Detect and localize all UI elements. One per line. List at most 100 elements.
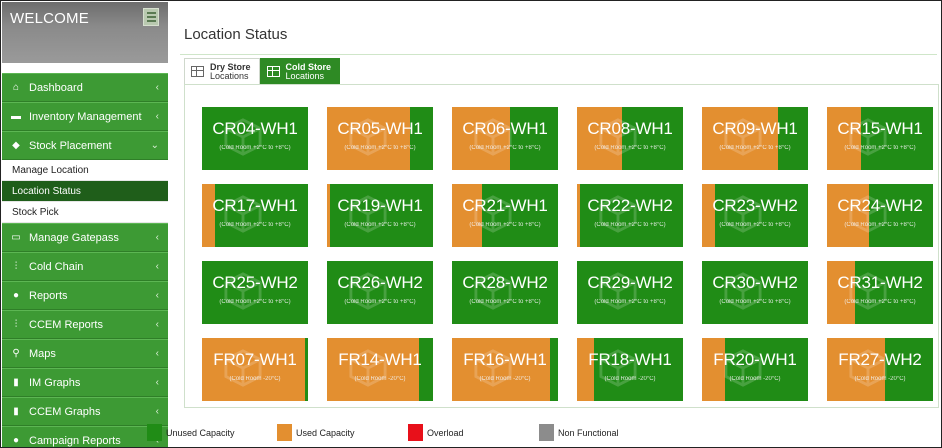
sidebar: WELCOME ⌂ Dashboard ‹ ▬ Inventory Manage… [2,2,168,447]
location-name: CR17-WH1 [212,196,298,215]
sidebar-item-campaign-reports[interactable]: ● Campaign Reports ‹ [2,426,168,447]
location-tile[interactable]: CR29-WH2 (Cold Room +2°C to +8°C) [577,261,683,324]
location-tile[interactable]: FR20-WH1 (Cold Room -20°C) [702,338,808,401]
location-name: CR05-WH1 [337,119,423,138]
location-name: CR06-WH1 [462,119,548,138]
location-name: CR24-WH2 [837,196,923,215]
sidebar-item-label: IM Graphs [29,376,81,389]
sidebar-item-maps[interactable]: ⚲ Maps ‹ [2,339,168,368]
capacity-legend: Unused Capacity Used Capacity Overload Non … [147,424,619,441]
location-temperature: (Cold Room +2°C to +8°C) [719,299,791,305]
table-icon [191,66,204,77]
app-window: WELCOME ⌂ Dashboard ‹ ▬ Inventory Manage… [0,0,942,448]
location-tile[interactable]: CR26-WH2 (Cold Room +2°C to +8°C) [327,261,433,324]
placement-icon: ◆ [12,140,20,151]
sidebar-item-cold-chain[interactable]: ⫶ Cold Chain ‹ [2,252,168,281]
sidebar-subitem-location-status[interactable]: Location Status [2,181,168,202]
location-name: CR09-WH1 [712,119,798,138]
location-temperature: (Cold Room +2°C to +8°C) [469,299,541,305]
menu-toggle-icon[interactable] [143,8,159,26]
location-tile[interactable]: CR23-WH2 (Cold Room +2°C to +8°C) [702,184,808,247]
location-tile[interactable]: CR22-WH2 (Cold Room +2°C to +8°C) [577,184,683,247]
sidebar-item-dashboard[interactable]: ⌂ Dashboard ‹ [2,73,168,102]
location-tile[interactable]: FR18-WH1 (Cold Room -20°C) [577,338,683,401]
main-content: Location Status Dry Store Locations Cold… [168,2,941,447]
tab-dry-store[interactable]: Dry Store Locations [184,58,260,84]
location-tile[interactable]: CR28-WH2 (Cold Room +2°C to +8°C) [452,261,558,324]
location-tile[interactable]: CR21-WH1 (Cold Room +2°C to +8°C) [452,184,558,247]
sidebar-item-label: Stock Placement [29,139,112,152]
location-tile[interactable]: CR31-WH2 (Cold Room +2°C to +8°C) [827,261,933,324]
welcome-title: WELCOME [10,10,89,27]
location-name: CR23-WH2 [712,196,798,215]
location-name: CR30-WH2 [712,273,798,292]
location-tile[interactable]: FR16-WH1 (Cold Room -20°C) [452,338,558,401]
legend-item: Unused Capacity [147,424,277,441]
sidebar-item-manage-gatepass[interactable]: ▭ Manage Gatepass ‹ [2,223,168,252]
legend-swatch [408,424,423,441]
location-name: FR14-WH1 [338,350,422,369]
sidebar-subitem-manage-location[interactable]: Manage Location [2,160,168,181]
location-temperature: (Cold Room -20°C) [604,376,656,382]
location-tile[interactable]: CR15-WH1 (Cold Room +2°C to +8°C) [827,107,933,170]
legend-label: Used Capacity [296,427,355,438]
location-name: CR22-WH2 [587,196,673,215]
location-name: CR19-WH1 [337,196,423,215]
location-tile[interactable]: FR07-WH1 (Cold Room -20°C) [202,338,308,401]
location-name: FR16-WH1 [463,350,547,369]
legend-label: Overload [427,427,464,438]
location-tile[interactable]: CR08-WH1 (Cold Room +2°C to +8°C) [577,107,683,170]
chevron-down-icon: ⌄ [150,140,159,151]
location-temperature: (Cold Room -20°C) [229,376,281,382]
sidebar-item-im-graphs[interactable]: ▮ IM Graphs ‹ [2,368,168,397]
legend-item: Used Capacity [277,424,408,441]
legend-label: Unused Capacity [166,427,235,438]
legend-label: Non Functional [558,427,619,438]
legend-swatch [277,424,292,441]
sidebar-item-inventory-management[interactable]: ▬ Inventory Management ‹ [2,102,168,131]
location-tile[interactable]: FR27-WH2 (Cold Room -20°C) [827,338,933,401]
sidebar-item-ccem-reports[interactable]: ⫶ CCEM Reports ‹ [2,310,168,339]
location-tile[interactable]: CR17-WH1 (Cold Room +2°C to +8°C) [202,184,308,247]
location-tile[interactable]: CR24-WH2 (Cold Room +2°C to +8°C) [827,184,933,247]
location-tile[interactable]: CR05-WH1 (Cold Room +2°C to +8°C) [327,107,433,170]
chevron-left-icon: ‹ [155,82,159,93]
location-temperature: (Cold Room +2°C to +8°C) [844,145,916,151]
sidebar-item-label: Manage Gatepass [29,231,119,244]
location-name: CR25-WH2 [212,273,298,292]
location-tile[interactable]: FR14-WH1 (Cold Room -20°C) [327,338,433,401]
location-temperature: (Cold Room -20°C) [729,376,781,382]
sidebar-item-stock-placement[interactable]: ◆ Stock Placement ⌄ [2,131,168,160]
sidebar-header: WELCOME [2,2,168,63]
location-tile[interactable]: CR30-WH2 (Cold Room +2°C to +8°C) [702,261,808,324]
location-name: FR27-WH2 [838,350,922,369]
sidebar-item-label: Inventory Management [29,110,142,123]
location-temperature: (Cold Room +2°C to +8°C) [719,222,791,228]
campaign-icon: ● [12,435,20,446]
location-temperature: (Cold Room +2°C to +8°C) [844,299,916,305]
location-tile[interactable]: CR09-WH1 (Cold Room +2°C to +8°C) [702,107,808,170]
sidebar-item-label: CCEM Graphs [29,405,101,418]
chevron-left-icon: ‹ [155,348,159,359]
location-temperature: (Cold Room +2°C to +8°C) [219,222,291,228]
location-tile[interactable]: CR19-WH1 (Cold Room +2°C to +8°C) [327,184,433,247]
location-tile[interactable]: CR04-WH1 (Cold Room +2°C to +8°C) [202,107,308,170]
thermometer-icon: ⫶ [14,319,18,330]
legend-swatch [539,424,554,441]
chevron-left-icon: ‹ [155,232,159,243]
home-icon: ⌂ [12,82,20,93]
gatepass-icon: ▭ [11,232,21,243]
sidebar-item-reports[interactable]: ● Reports ‹ [2,281,168,310]
sidebar-subitem-stock-pick[interactable]: Stock Pick [2,202,168,223]
location-tile[interactable]: CR25-WH2 (Cold Room +2°C to +8°C) [202,261,308,324]
location-tile[interactable]: CR06-WH1 (Cold Room +2°C to +8°C) [452,107,558,170]
bar-chart-icon: ▮ [13,377,19,388]
location-temperature: (Cold Room +2°C to +8°C) [594,145,666,151]
sidebar-item-ccem-graphs[interactable]: ▮ CCEM Graphs ‹ [2,397,168,426]
location-name: CR31-WH2 [837,273,923,292]
chevron-left-icon: ‹ [155,319,159,330]
location-temperature: (Cold Room +2°C to +8°C) [344,222,416,228]
sidebar-spacer [2,63,168,73]
sidebar-item-label: Reports [29,289,68,302]
tab-cold-store[interactable]: Cold Store Locations [259,58,341,84]
